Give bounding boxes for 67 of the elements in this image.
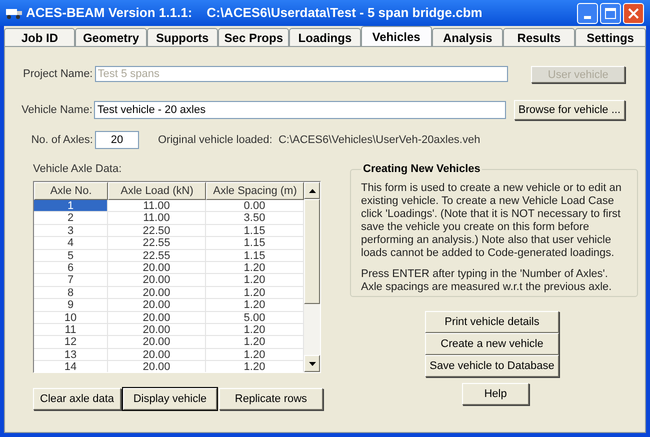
table-cell: 20.00 — [108, 274, 206, 286]
table-cell: 11.00 — [108, 212, 206, 224]
close-button[interactable] — [623, 2, 644, 24]
minimize-button[interactable] — [577, 2, 598, 24]
table-cell: 10 — [34, 312, 108, 323]
tab[interactable]: Geometry — [75, 28, 147, 46]
button[interactable]: Create a new vehicle — [425, 333, 559, 355]
scrollbar[interactable] — [304, 182, 320, 372]
table-label: Vehicle Axle Data: — [33, 163, 123, 176]
down-arrow-icon — [308, 362, 316, 366]
table-cell: 4 — [34, 237, 108, 249]
tab[interactable]: Sec Props — [218, 28, 290, 46]
table-cell: 8 — [34, 286, 108, 298]
field-label: Vehicle Name: — [21, 102, 92, 118]
original-vehicle-text: Original vehicle loaded: C:\ACES6\Vehicles\UserVeh-20axles.veh — [158, 132, 480, 148]
table-cell: 12 — [34, 336, 108, 348]
table-cell: 20.00 — [108, 348, 206, 360]
table-cell: 20.00 — [108, 336, 206, 348]
up-arrow-icon — [308, 188, 316, 192]
column-header: Axle No. — [34, 182, 108, 200]
table-cell: 14 — [34, 361, 108, 372]
button[interactable]: Display vehicle — [123, 388, 217, 410]
table-cell: 20.00 — [108, 324, 206, 336]
input-field[interactable]: Test vehicle - 20 axles — [94, 101, 506, 119]
tab[interactable]: Results — [503, 28, 575, 46]
tab[interactable]: Settings — [574, 28, 646, 46]
table-cell: 3 — [34, 224, 108, 236]
tab[interactable]: Vehicles — [360, 26, 432, 46]
button[interactable]: Help — [462, 383, 529, 405]
window-title: ACES-BEAM Version 1.1.1: C:\ACES6\Userdata\Test - 5 span bridge.cbm — [26, 4, 482, 22]
input-field[interactable]: 20 — [95, 131, 139, 149]
table-cell: 22.55 — [108, 250, 206, 261]
table-cell: 22.50 — [108, 224, 206, 236]
column-header: Axle Spacing (m) — [206, 182, 304, 200]
table-cell: 11.00 — [108, 200, 206, 212]
column-header: Axle Load (kN) — [108, 182, 206, 200]
field-label: No. of Axles: — [30, 132, 93, 148]
table-cell: 2 — [34, 212, 108, 224]
table-cell: 1 — [34, 200, 108, 212]
button[interactable]: Browse for vehicle ... — [514, 100, 625, 120]
panel-title: Creating New Vehicles — [362, 162, 482, 177]
truck-icon — [6, 7, 22, 19]
tab[interactable]: Supports — [146, 28, 218, 46]
table-cell: 9 — [34, 299, 108, 311]
info-text: Press ENTER after typing in the 'Number of Axles'. Axle spacings are measured w.r.t the previous axle. — [361, 268, 613, 294]
table-cell: 20.00 — [108, 299, 206, 311]
button[interactable]: Clear axle data — [33, 388, 121, 410]
maximize-button[interactable] — [600, 2, 621, 24]
table-cell: 11 — [34, 324, 108, 336]
close-icon — [628, 8, 639, 18]
tab[interactable]: Analysis — [432, 28, 504, 46]
table-cell: 7 — [34, 274, 108, 286]
table-cell: 22.55 — [108, 237, 206, 249]
table-cell: 20.00 — [108, 286, 206, 298]
table-cell: 20.00 — [108, 361, 206, 372]
table-cell: 20.00 — [108, 262, 206, 274]
info-text: This form is used to create a new vehicle or to edit an existing vehicle. To create a new Vehicle Load Case click 'Loadings'. (Note that it is NOT necessary to first save the vehicle you create on this form before performing an analysis.) Note also that user vehicle loads cannot be added to Code-generated loadings. — [361, 182, 622, 260]
field-label: Project Name: — [22, 66, 93, 82]
tab[interactable]: Loadings — [289, 28, 361, 46]
table-cell: 5 — [34, 250, 108, 261]
table-cell: 13 — [34, 348, 108, 360]
table-cell: 6 — [34, 262, 108, 274]
button[interactable]: Replicate rows — [219, 388, 323, 410]
table-cell: 20.00 — [108, 312, 206, 323]
tab[interactable]: Job ID — [4, 28, 76, 46]
button[interactable]: Save vehicle to Database — [425, 355, 559, 377]
button[interactable]: Print vehicle details — [425, 311, 559, 333]
